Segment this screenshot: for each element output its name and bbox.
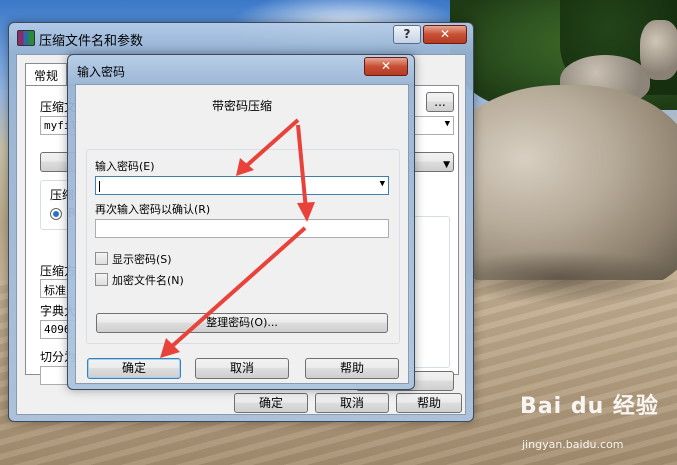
tab-general[interactable]: 常规 bbox=[25, 63, 68, 87]
titlebar[interactable]: 压缩文件名和参数 ? ✕ bbox=[9, 23, 473, 53]
show-password-label: 显示密码(S) bbox=[112, 253, 172, 266]
cancel-button[interactable]: 取消 bbox=[195, 358, 289, 379]
help-button[interactable]: 帮助 bbox=[305, 358, 399, 379]
dialog-heading: 带密码压缩 bbox=[211, 99, 272, 113]
chevron-down-icon: ▼ bbox=[444, 119, 450, 129]
password-dialog: 输入密码 ✕ 带密码压缩 输入密码(E) ▼ 再次输入密码以确认(R) 显示密码… bbox=[67, 54, 415, 390]
dialog-title: 输入密码 bbox=[77, 65, 126, 79]
help-button[interactable]: 帮助 bbox=[396, 393, 462, 413]
window-title: 压缩文件名和参数 bbox=[39, 34, 144, 49]
boulder-shadow bbox=[440, 250, 677, 305]
cancel-button[interactable]: 取消 bbox=[315, 393, 389, 413]
ok-button[interactable]: 确定 bbox=[234, 393, 308, 413]
winrar-icon bbox=[17, 30, 35, 46]
chevron-down-icon: ▼ bbox=[443, 160, 450, 170]
ok-button[interactable]: 确定 bbox=[87, 358, 181, 379]
password-input[interactable]: ▼ bbox=[95, 176, 389, 195]
titlebar[interactable]: 输入密码 ✕ bbox=[68, 55, 414, 85]
help-title-button[interactable]: ? bbox=[393, 25, 421, 44]
close-button[interactable]: ✕ bbox=[423, 25, 467, 44]
encrypt-filenames-checkbox[interactable] bbox=[95, 273, 108, 286]
confirm-password-input[interactable] bbox=[95, 219, 389, 238]
chevron-down-icon: ▼ bbox=[379, 179, 385, 189]
text-cursor bbox=[99, 180, 100, 192]
dialog-client: 带密码压缩 输入密码(E) ▼ 再次输入密码以确认(R) 显示密码(S) 加密文… bbox=[75, 84, 409, 384]
confirm-password-label: 再次输入密码以确认(R) bbox=[95, 203, 211, 216]
encrypt-filenames-label: 加密文件名(N) bbox=[112, 274, 184, 287]
show-password-checkbox[interactable] bbox=[95, 252, 108, 265]
close-button[interactable]: ✕ bbox=[364, 57, 408, 76]
baidu-watermark-logo: Bai du 经验 bbox=[520, 394, 659, 419]
organize-passwords-button[interactable]: 整理密码(O)... bbox=[96, 313, 388, 333]
rock bbox=[640, 20, 677, 80]
baidu-watermark-url: jingyan.baidu.com bbox=[522, 438, 624, 451]
browse-button[interactable]: ... bbox=[426, 92, 454, 112]
password-label: 输入密码(E) bbox=[95, 160, 155, 173]
